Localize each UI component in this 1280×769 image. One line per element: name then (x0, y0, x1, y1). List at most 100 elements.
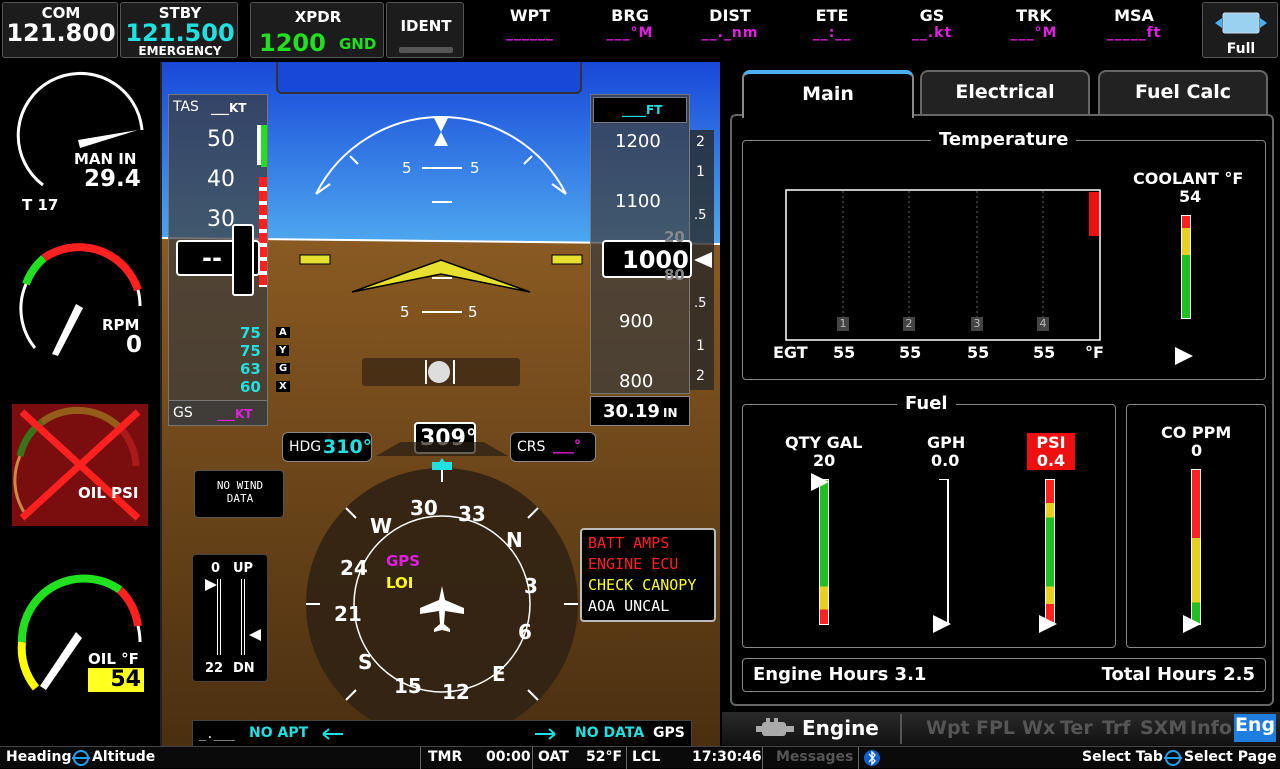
oil-psi-gauge-box: OIL PSI (12, 404, 148, 526)
com-standby-box[interactable]: STBY 121.500 EMERGENCY (120, 2, 238, 58)
altitude-tick-label: 1100 (615, 191, 661, 212)
nav-field-ete[interactable]: ETE __:__ (792, 6, 872, 41)
qty-bar (819, 479, 829, 625)
qty-label: QTY GAL (785, 433, 863, 452)
page-tab-fpl[interactable]: FPL (976, 717, 1015, 739)
vspeed-value: 63 (240, 360, 261, 378)
compass-label: 21 (334, 602, 362, 626)
page-tab-eng[interactable]: Eng (1234, 714, 1276, 742)
alerts-box[interactable]: BATT AMPS ENGINE ECU CHECK CANOPY AOA UN… (580, 528, 716, 622)
separator (626, 747, 627, 769)
engine-icon (756, 718, 794, 736)
nav-field-msa[interactable]: MSA _____ft (1094, 6, 1174, 41)
xpdr-label: XPDR (294, 8, 342, 26)
page-name: Engine (802, 716, 879, 740)
page-tab-trf[interactable]: Trf (1102, 717, 1131, 739)
oat-label: OAT (538, 749, 569, 765)
groundspeed-box: GS ___KT (168, 400, 268, 426)
baro-setting-box[interactable]: 30.19 IN (590, 396, 690, 426)
knob-icon (72, 750, 90, 766)
nav-field-dist[interactable]: DIST __._nm (690, 6, 770, 41)
gph-value: 0.0 (931, 451, 960, 470)
full-button[interactable]: Full (1202, 2, 1278, 58)
temperature-title: Temperature (931, 129, 1077, 150)
nav-field-label: BRG (611, 6, 649, 25)
ident-button[interactable]: IDENT (386, 2, 464, 58)
altitude-tick-label: 1200 (615, 131, 661, 152)
co-panel: CO PPM 0 (1126, 404, 1266, 648)
psi-label: PSI (1027, 433, 1075, 452)
engine-strip: MAN IN 29.4 T 17 RPM 0 OIL PSI OIL °F 54 (0, 62, 162, 746)
compass-label: E (492, 662, 506, 686)
speed-band-red (259, 177, 267, 287)
tab-fuel-calc[interactable]: Fuel Calc (1098, 70, 1268, 114)
cylinder-number: 4 (1037, 317, 1049, 331)
temperature-panel: Temperature 1 2 3 4 EGT 55 55 55 55 °F C… (742, 129, 1266, 380)
compass-label: N (506, 528, 523, 552)
altitude-roll-top: 20 (664, 228, 685, 246)
compass-label: 3 (524, 574, 538, 598)
nav-field-label: ETE (815, 6, 849, 25)
egt-value: 55 (899, 343, 922, 362)
tas-value: ___KT (211, 101, 247, 115)
airspeed-pointer (232, 224, 254, 296)
page-tab-wx[interactable]: Wx (1022, 717, 1055, 739)
tab-label: Main (802, 83, 854, 105)
hours-bar: Engine Hours 3.1 Total Hours 2.5 (742, 658, 1266, 692)
page-tab-wpt[interactable]: Wpt (926, 717, 970, 739)
pitch-label: 5 (468, 303, 478, 321)
gph-bar (939, 479, 949, 625)
psi-pointer-icon (1039, 615, 1057, 633)
com-active-frequency: 121.800 (6, 19, 116, 47)
nav-field-trk[interactable]: TRK ___°M (994, 6, 1074, 41)
arrow-right-icon (535, 728, 556, 740)
nav-field-label: TRK (1016, 6, 1052, 25)
pitch-label: 5 (402, 159, 412, 177)
mfd-engine-page: Main Electrical Fuel Calc Temperature 1 … (722, 62, 1280, 746)
nav-field-value: ______ (506, 25, 554, 41)
ident-label: IDENT (400, 17, 452, 35)
tab-electrical[interactable]: Electrical (920, 70, 1090, 114)
com-active-box[interactable]: COM 121.800 (2, 2, 118, 58)
bottom-data: NO DATA (575, 725, 645, 741)
selected-altitude-box[interactable]: ____FT (593, 97, 687, 123)
gph-pointer-icon (933, 615, 951, 633)
coolant-bar (1181, 215, 1191, 319)
nav-field-label: GS (919, 6, 945, 25)
nav-field-wpt[interactable]: WPT ______ (490, 6, 570, 41)
egt-chart (785, 189, 1101, 341)
top-bar: COM 121.800 STBY 121.500 EMERGENCY XPDR … (0, 0, 1280, 62)
selected-altitude: ____FT (622, 103, 663, 117)
co-value: 0 (1191, 441, 1203, 460)
xpdr-box[interactable]: XPDR 1200 GND (250, 2, 384, 58)
nav-field-label: WPT (509, 6, 551, 25)
coolant-value: 54 (1179, 187, 1202, 206)
speed-tick-label: 30 (207, 207, 235, 232)
speed-band-green (261, 125, 267, 167)
page-tab-sxm[interactable]: SXM (1140, 717, 1187, 739)
heading-knob-label: Heading (6, 749, 72, 765)
page-tab-ter[interactable]: Ter (1060, 717, 1093, 739)
separator (532, 747, 533, 769)
com-standby-frequency: 121.500 (125, 19, 235, 47)
xpdr-mode: GND (339, 35, 377, 53)
vsi-pointer-icon (694, 252, 712, 268)
egt-value: 55 (833, 343, 856, 362)
gs-label: GS (173, 405, 193, 421)
oil-psi-label: OIL PSI (78, 484, 139, 502)
egt-label: EGT (773, 343, 808, 362)
nav-field-gs[interactable]: GS __.kt (892, 6, 972, 41)
altitude-roll-bottom: 80 (664, 266, 685, 284)
page-tab-info[interactable]: Info (1190, 717, 1232, 739)
nav-field-brg[interactable]: BRG ___°M (590, 6, 670, 41)
vspeed-tag: Y (276, 345, 290, 356)
flaps-bottom-value: 22 (205, 661, 224, 676)
altitude-tick-label: 800 (619, 371, 654, 392)
tas-label: TAS (173, 99, 199, 115)
vsi-tick: 1 (696, 338, 705, 354)
fuel-title: Fuel (897, 393, 956, 414)
vsi-tick: 1 (696, 164, 705, 180)
tab-main[interactable]: Main (742, 70, 914, 118)
nav-field-value: __:__ (812, 25, 852, 41)
messages-button[interactable]: Messages (776, 749, 853, 765)
